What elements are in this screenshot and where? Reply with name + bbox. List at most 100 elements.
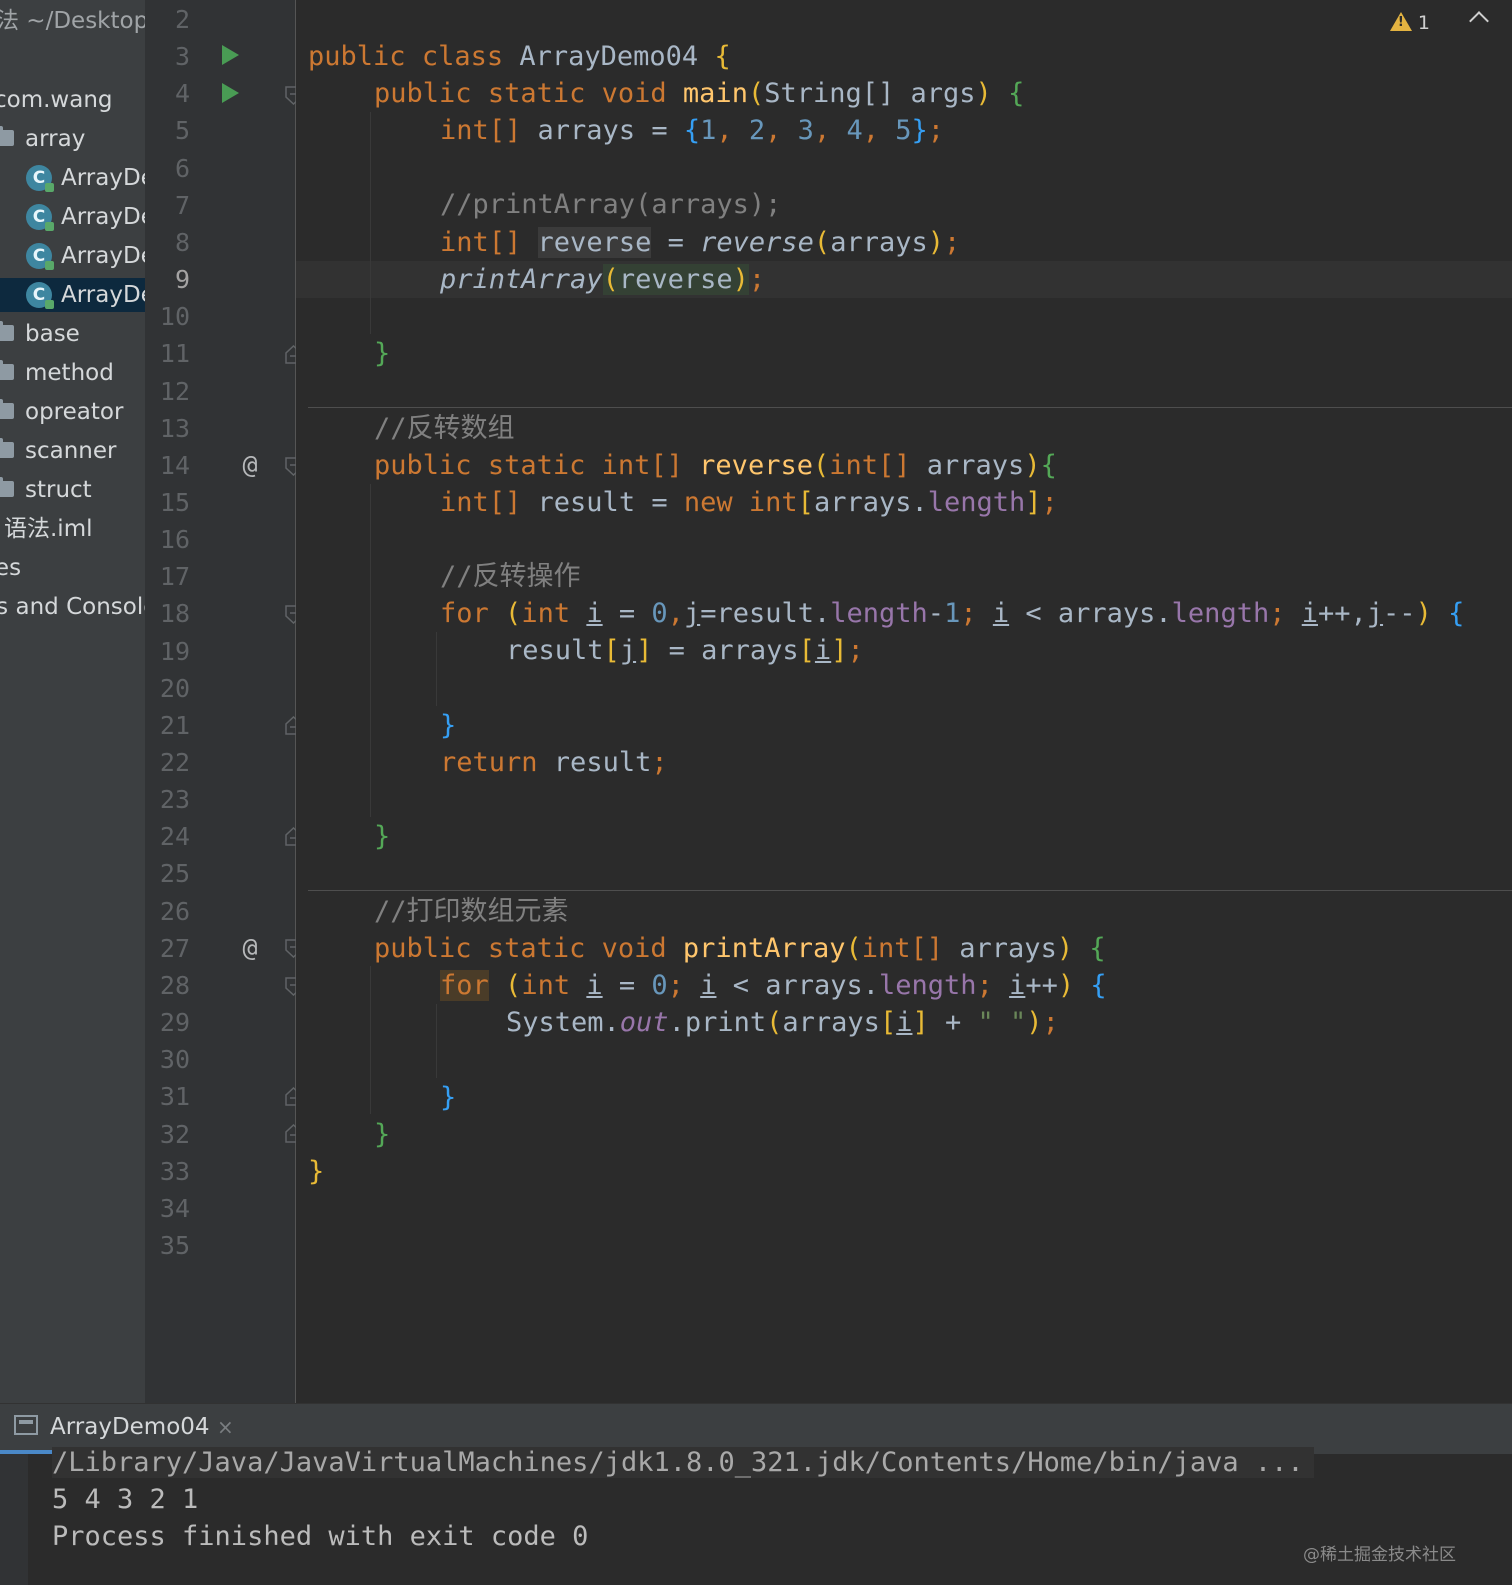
tree-item-label: ArrayDemo04 [61, 282, 145, 308]
watermark: @稀土掘金技术社区 [1303, 1545, 1456, 1565]
tree-item-label: scanner [25, 438, 117, 464]
code-line-14: public static int[] reverse(int[] arrays… [374, 450, 1057, 481]
line-number: 29 [159, 1008, 190, 1038]
indent-guide [436, 1004, 437, 1078]
indent-guide [370, 112, 371, 334]
java-class-icon: C [26, 204, 54, 231]
code-line-15: int[] result = new int[arrays.length]; [440, 487, 1058, 518]
tree-item-base[interactable]: base [0, 317, 145, 351]
console-command: /Library/Java/JavaVirtualMachines/jdk1.8… [52, 1444, 1314, 1481]
tree-item-struct[interactable]: struct [0, 473, 145, 507]
code-line-18: for (int i = 0,j=result.length-1; i < ar… [440, 598, 1465, 629]
tree-item-arraydemo02[interactable]: C ArrayDemo02 [0, 200, 145, 234]
tree-item-array-folder[interactable]: array [0, 122, 145, 156]
tree-item-label: ArrayDemo03 [61, 243, 145, 269]
line-number: 32 [159, 1119, 190, 1149]
code-line-3: public class ArrayDemo04 { [308, 41, 731, 72]
run-main-icon[interactable] [222, 83, 239, 103]
code-line-27: public static void printArray(int[] arra… [374, 933, 1106, 964]
folder-icon [0, 477, 14, 497]
code-line-5: int[] arrays = {1, 2, 3, 4, 5}; [440, 115, 945, 146]
tree-item-label: com.wang [0, 87, 113, 113]
line-number: 13 [159, 413, 190, 443]
tree-item-opreator[interactable]: opreator [0, 395, 145, 429]
line-number: 18 [159, 599, 190, 629]
code-line-22: return result; [440, 747, 668, 778]
line-number: 10 [159, 302, 190, 332]
line-number: 14 [159, 450, 190, 480]
tree-item-arraydemo03[interactable]: C ArrayDemo03 [0, 239, 145, 273]
line-number: 35 [159, 1230, 190, 1260]
folder-icon [0, 126, 14, 146]
line-number: 30 [159, 1045, 190, 1075]
code-line-28: for (int i = 0; i < arrays.length; i++) … [440, 970, 1107, 1001]
chevron-up-icon[interactable] [1469, 11, 1489, 31]
code-line-7: //printArray(arrays); [440, 189, 782, 220]
folder-icon [0, 360, 14, 380]
tree-item-iml[interactable]: 语法.iml [0, 512, 145, 546]
code-line-11: } [374, 338, 391, 369]
tree-item-external-libraries[interactable]: External Libraries [0, 551, 145, 585]
folder-icon [0, 399, 14, 419]
tree-item-package[interactable]: com.wang [0, 83, 139, 117]
tree-item-label: 语法.iml [4, 516, 93, 542]
line-number: 3 [174, 42, 190, 72]
code-line-4: public static void main(String[] args) { [374, 78, 1025, 109]
method-marker-icon[interactable]: @ [235, 446, 265, 483]
run-console[interactable]: /Library/Java/JavaVirtualMachines/jdk1.8… [0, 1447, 1512, 1585]
folder-icon [0, 321, 14, 341]
method-separator [308, 890, 1512, 891]
line-number: 26 [159, 896, 190, 926]
tree-item-label: method [25, 360, 114, 386]
code-line-32: } [374, 1119, 391, 1150]
code-editor[interactable]: 1 public class ArrayDemo04 { public stat… [296, 0, 1512, 1403]
code-line-13: //反转数组 [374, 413, 515, 444]
tree-item-arraydemo04[interactable]: C ArrayDemo04 [0, 278, 145, 312]
line-number: 19 [159, 636, 190, 666]
line-number: 5 [174, 116, 190, 146]
method-marker-icon[interactable]: @ [235, 929, 265, 966]
method-separator [308, 407, 1512, 408]
line-number: 21 [159, 710, 190, 740]
tree-item-method[interactable]: method [0, 356, 145, 390]
line-number: 17 [159, 562, 190, 592]
tree-item-scanner[interactable]: scanner [0, 434, 145, 468]
line-number: 31 [159, 1082, 190, 1112]
console-gutter [0, 1454, 28, 1585]
java-class-icon: C [26, 165, 54, 192]
indent-guide [370, 966, 371, 1114]
line-number: 6 [174, 153, 190, 183]
code-line-21: } [440, 710, 457, 741]
run-class-icon[interactable] [222, 45, 239, 65]
tree-item-label: ArrayDemo01 [61, 165, 145, 191]
line-number: 11 [159, 339, 190, 369]
line-number: 12 [159, 376, 190, 406]
tree-item-label: base [25, 321, 80, 347]
line-number: 8 [174, 227, 190, 257]
java-class-icon: C [26, 243, 54, 270]
folder-icon [0, 438, 14, 458]
tree-item-label: External Libraries [0, 555, 22, 581]
tree-item-label: opreator [25, 399, 124, 425]
code-line-31: } [440, 1082, 457, 1113]
tree-item-scratches[interactable]: Scratches and Consoles [0, 590, 145, 624]
line-number: 28 [159, 970, 190, 1000]
inspection-widget[interactable]: 1 [1389, 12, 1430, 34]
project-path: 法 ~/Desktop/ [0, 8, 145, 34]
code-line-9: printArray(reverse); [440, 264, 766, 295]
line-number: 9 [174, 265, 190, 295]
code-line-33: } [308, 1156, 325, 1187]
line-number: 16 [159, 525, 190, 555]
warning-icon [1389, 12, 1412, 31]
line-number: 24 [159, 822, 190, 852]
tree-item-label: Scratches and Consoles [0, 594, 145, 620]
line-number: 7 [174, 190, 190, 220]
code-line-26: //打印数组元素 [374, 896, 569, 927]
code-line-29: System.out.print(arrays[i] + " "); [506, 1007, 1059, 1038]
code-line-8: int[] reverse = reverse(arrays); [440, 227, 961, 258]
indent-guide [370, 484, 371, 817]
tree-item-label: ArrayDemo02 [61, 204, 145, 230]
console-exit-message: Process finished with exit code 0 [52, 1521, 589, 1552]
warning-count: 1 [1417, 12, 1430, 34]
tree-item-arraydemo01[interactable]: C ArrayDemo01 [0, 161, 145, 195]
